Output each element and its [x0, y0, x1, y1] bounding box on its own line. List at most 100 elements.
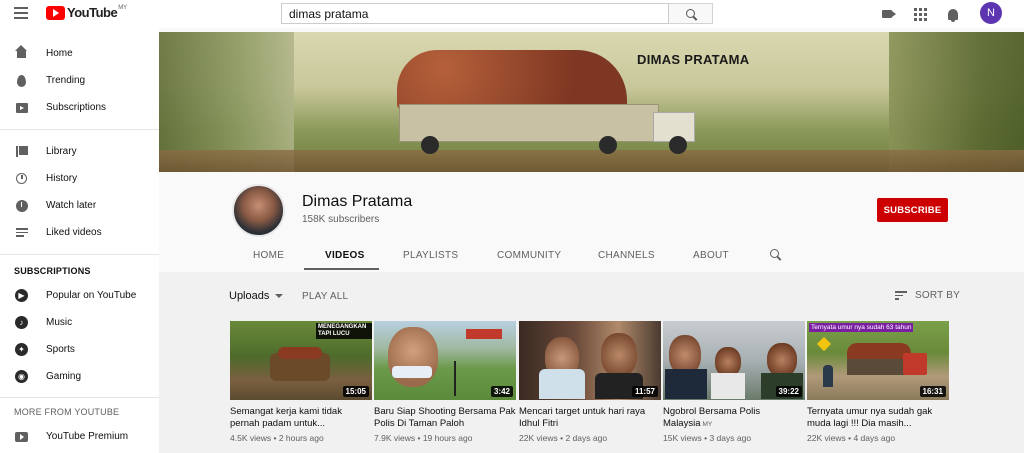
youtube-logo[interactable]: YouTube MY — [46, 5, 127, 20]
video-title[interactable]: Baru Siap Shooting Bersama Pak Polis Di … — [374, 406, 516, 430]
video-title[interactable]: Ternyata umur nya sudah gak muda lagi !!… — [807, 406, 949, 430]
sidebar-item-library[interactable]: Library — [0, 138, 159, 165]
create-video-icon[interactable] — [880, 7, 896, 21]
video-views: 15K views — [663, 433, 702, 443]
sidebar-item-label: YouTube Premium — [46, 431, 129, 442]
sidebar-item-label: Popular on YouTube — [46, 290, 137, 301]
sidebar-item-label: Library — [46, 146, 77, 157]
tab-videos[interactable]: VIDEOS — [325, 250, 365, 261]
region-label: MY — [118, 4, 128, 11]
active-tab-indicator — [304, 268, 379, 270]
play-all-button[interactable]: PLAY ALL — [302, 291, 348, 302]
banner-title: DIMAS PRATAMA — [637, 52, 750, 67]
video-age: 3 days ago — [709, 433, 752, 443]
search-icon — [770, 249, 779, 258]
sidebar-item-watch-later[interactable]: Watch later — [0, 192, 159, 219]
liked-videos-icon — [15, 226, 28, 239]
sidebar-item-label: Gaming — [46, 371, 82, 382]
sidebar-item-popular[interactable]: ▶ Popular on YouTube — [0, 282, 159, 309]
apps-grid-icon[interactable] — [913, 7, 927, 21]
banner-ground — [159, 150, 1024, 172]
search-icon — [686, 9, 695, 18]
video-meta: 4.5K views • 2 hours ago — [230, 433, 324, 443]
video-meta: 7.9K views • 19 hours ago — [374, 433, 473, 443]
home-icon — [15, 44, 28, 60]
video-duration: 39:22 — [775, 386, 802, 397]
more-from-youtube-heading: MORE FROM YOUTUBE — [14, 407, 120, 417]
youtube-play-icon — [46, 5, 65, 20]
top-bar: YouTube MY dimas pratama N — [0, 0, 1024, 28]
sidebar-item-history[interactable]: History — [0, 165, 159, 192]
tab-home[interactable]: HOME — [253, 250, 284, 261]
sidebar-divider — [0, 397, 159, 398]
sidebar-divider — [0, 254, 159, 255]
sidebar-item-youtube-premium[interactable]: YouTube Premium — [0, 423, 159, 450]
country-badge: MY — [702, 421, 713, 428]
sidebar-item-sports[interactable]: ✦ Sports — [0, 336, 159, 363]
truck-wheel — [421, 136, 439, 154]
video-views: 22K views — [807, 433, 846, 443]
sidebar-item-liked-videos[interactable]: Liked videos — [0, 219, 159, 246]
video-age: 2 days ago — [565, 433, 608, 443]
sort-icon — [895, 291, 907, 300]
tab-community[interactable]: COMMUNITY — [497, 250, 561, 261]
video-card[interactable]: 39:22 Ngobrol Bersama Polis Malaysia MY 1… — [663, 321, 805, 443]
video-thumbnail[interactable]: MENEGANGKAN TAPI LUCU 15:05 — [230, 321, 372, 400]
video-card[interactable]: MENEGANGKAN TAPI LUCU 15:05 Semangat ker… — [230, 321, 372, 443]
video-title[interactable]: Ngobrol Bersama Polis Malaysia MY — [663, 406, 805, 430]
subscriber-count: 158K subscribers — [302, 214, 380, 225]
video-card[interactable]: Ternyata umur nya sudah 63 tahun 16:31 T… — [807, 321, 949, 443]
account-avatar[interactable]: N — [980, 2, 1002, 24]
video-views: 22K views — [519, 433, 558, 443]
video-meta: 15K views • 3 days ago — [663, 433, 752, 443]
video-thumbnail[interactable]: 3:42 — [374, 321, 516, 400]
gaming-icon: ◉ — [15, 370, 28, 383]
video-duration: 15:05 — [342, 386, 369, 397]
tab-about[interactable]: ABOUT — [693, 250, 729, 261]
video-title[interactable]: Semangat kerja kami tidak pernah padam u… — [230, 406, 372, 430]
sidebar-item-label: Music — [46, 317, 73, 328]
sort-by-button[interactable]: SORT BY — [895, 290, 960, 301]
channel-name: Dimas Pratama — [302, 193, 413, 210]
menu-icon[interactable] — [14, 7, 28, 19]
channel-search-button[interactable] — [770, 249, 779, 258]
uploads-label: Uploads — [229, 290, 270, 302]
video-views: 7.9K views — [374, 433, 416, 443]
search-input[interactable]: dimas pratama — [281, 3, 669, 24]
video-title[interactable]: Mencari target untuk hari raya Idhul Fit… — [519, 406, 661, 430]
sidebar-item-subscriptions[interactable]: Subscriptions — [0, 94, 159, 121]
video-card[interactable]: 11:57 Mencari target untuk hari raya Idh… — [519, 321, 661, 443]
video-duration: 3:42 — [490, 386, 513, 397]
library-icon — [15, 145, 28, 158]
video-thumbnail[interactable]: 39:22 — [663, 321, 805, 400]
sidebar-item-gaming[interactable]: ◉ Gaming — [0, 363, 159, 390]
video-card[interactable]: 3:42 Baru Siap Shooting Bersama Pak Poli… — [374, 321, 516, 443]
logo-text: YouTube — [67, 5, 118, 20]
popular-icon: ▶ — [15, 289, 28, 302]
sidebar-item-music[interactable]: ♪ Music — [0, 309, 159, 336]
video-duration: 11:57 — [631, 386, 658, 397]
search-button[interactable] — [669, 3, 713, 24]
channel-avatar[interactable] — [232, 184, 285, 237]
sidebar-item-label: Home — [46, 48, 73, 59]
tab-channels[interactable]: CHANNELS — [598, 250, 655, 261]
music-icon: ♪ — [15, 316, 28, 329]
notifications-bell-icon[interactable] — [946, 7, 960, 22]
sidebar-item-home[interactable]: Home — [0, 40, 159, 67]
video-thumbnail[interactable]: Ternyata umur nya sudah 63 tahun 16:31 — [807, 321, 949, 400]
subscribe-button[interactable]: SUBSCRIBE — [877, 198, 948, 222]
sidebar-item-trending[interactable]: Trending — [0, 67, 159, 94]
sidebar-item-label: Liked videos — [46, 227, 102, 238]
sidebar-item-label: History — [46, 173, 78, 184]
subscriptions-icon — [15, 101, 28, 114]
tab-playlists[interactable]: PLAYLISTS — [403, 250, 458, 261]
history-icon — [15, 172, 28, 185]
channel-header — [159, 172, 1024, 272]
sidebar-item-label: Subscriptions — [46, 102, 107, 113]
video-meta: 22K views • 2 days ago — [519, 433, 608, 443]
sidebar-item-label: Sports — [46, 344, 75, 355]
video-thumbnail[interactable]: 11:57 — [519, 321, 661, 400]
truck-fruit-load — [397, 50, 627, 110]
channel-banner: DIMAS PRATAMA — [159, 32, 1024, 172]
uploads-dropdown[interactable]: Uploads — [229, 290, 284, 302]
